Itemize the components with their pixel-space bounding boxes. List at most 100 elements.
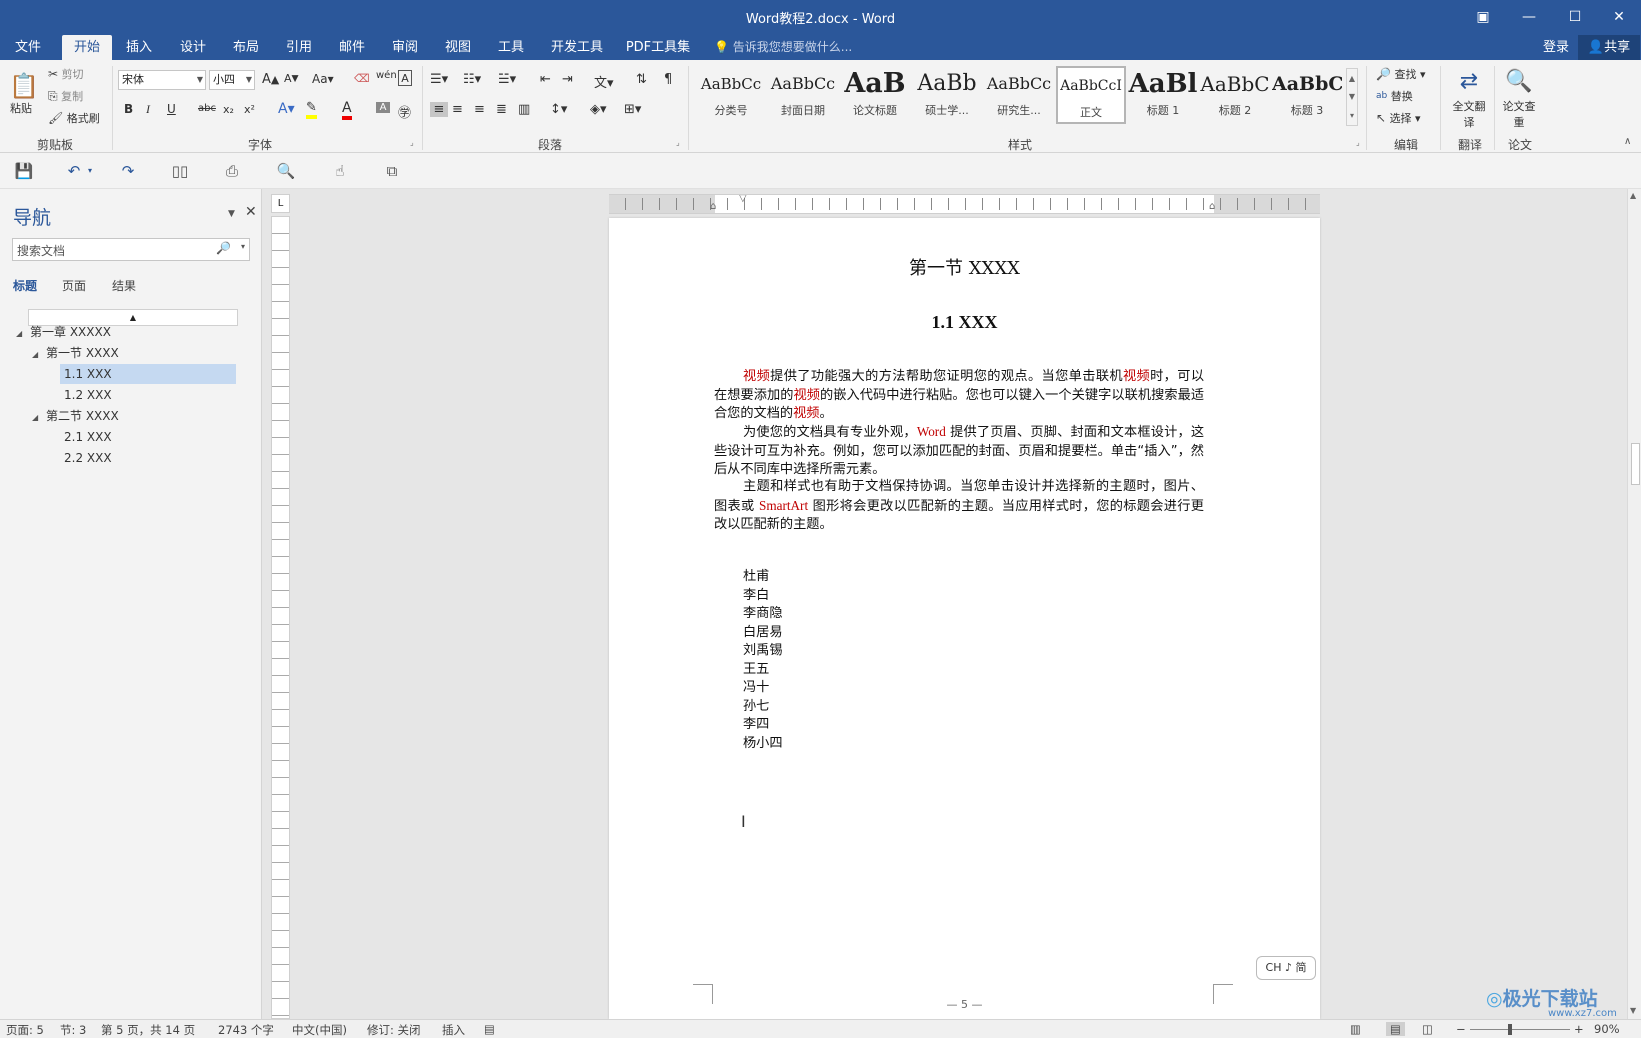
tab-pdf-tools[interactable]: PDF工具集: [622, 35, 694, 60]
nav-tree-item[interactable]: ◢ 第一节 XXXX: [32, 343, 236, 363]
font-dialog-launcher-icon[interactable]: ⌟: [410, 138, 414, 147]
distribute-icon[interactable]: ▥: [518, 102, 530, 117]
read-mode-icon[interactable]: ▥: [1350, 1022, 1361, 1036]
horizontal-ruler[interactable]: ▽ ⌂ ⌂: [609, 194, 1320, 214]
style-item[interactable]: AaBbCc 研究生...: [984, 66, 1054, 124]
char-border-icon[interactable]: A: [398, 70, 412, 86]
name-line[interactable]: 孙七: [743, 698, 769, 717]
styles-dialog-launcher-icon[interactable]: ⌟: [1356, 138, 1360, 147]
style-item[interactable]: AaBbCc 封面日期: [768, 66, 838, 124]
print-preview-icon[interactable]: ⎙: [220, 160, 244, 182]
ime-indicator[interactable]: CH ♪ 简: [1256, 956, 1316, 980]
tab-review[interactable]: 审阅: [382, 35, 428, 60]
nav-tree-item[interactable]: 2.1 XXX: [60, 427, 236, 447]
show-marks-icon[interactable]: ¶: [664, 72, 672, 87]
scroll-down-icon[interactable]: ▼: [1630, 1006, 1636, 1015]
right-indent-marker[interactable]: ⌂: [1209, 201, 1215, 212]
customize-icon[interactable]: ⧉: [380, 160, 404, 182]
close-button[interactable]: ✕: [1596, 0, 1641, 34]
sort-icon[interactable]: ⇅: [636, 72, 647, 87]
multilevel-list-icon[interactable]: ☱▾: [498, 72, 516, 87]
status-section[interactable]: 节: 3: [60, 1022, 86, 1038]
zoom-slider[interactable]: [1470, 1029, 1570, 1030]
style-item[interactable]: AaBb 硕士学...: [912, 66, 982, 124]
body-paragraph-3[interactable]: 主题和样式也有助于文档保持协调。当您单击设计并选择新的主题时，图片、图表或 Sm…: [714, 478, 1204, 535]
style-item[interactable]: AaB 论文标题: [840, 66, 910, 124]
superscript-button[interactable]: x²: [244, 103, 255, 116]
align-left-icon[interactable]: ≡: [430, 102, 448, 117]
name-line[interactable]: 刘禹锡: [743, 642, 783, 661]
style-item[interactable]: AaBbC 标题 2: [1200, 66, 1270, 124]
document-page[interactable]: 第一节 XXXX 1.1 XXX 视频提供了功能强大的方法帮助您证明您的观点。当…: [609, 218, 1320, 1019]
tab-file[interactable]: 文件: [4, 35, 52, 60]
zoom-slider-thumb[interactable]: [1508, 1024, 1512, 1035]
save-icon[interactable]: 💾: [12, 160, 36, 182]
char-shading-icon[interactable]: A: [376, 102, 390, 113]
nav-tree-item[interactable]: ◢ 第二节 XXXX: [32, 406, 236, 426]
maximize-button[interactable]: ☐: [1552, 0, 1598, 34]
chevron-down-icon[interactable]: ▾: [241, 242, 245, 251]
clear-format-icon[interactable]: ⌫: [354, 72, 370, 85]
style-item[interactable]: AaBbC 标题 3: [1272, 66, 1342, 124]
web-layout-icon[interactable]: ◫: [1422, 1022, 1433, 1036]
tab-selector[interactable]: L: [271, 194, 290, 213]
scroll-thumb[interactable]: [1631, 443, 1640, 485]
undo-dropdown-icon[interactable]: ▾: [84, 160, 96, 182]
tab-tools[interactable]: 工具: [488, 35, 534, 60]
nav-tree-item-selected[interactable]: 1.1 XXX: [60, 364, 236, 384]
first-line-indent-marker[interactable]: ▽: [739, 195, 747, 204]
paragraph-dialog-launcher-icon[interactable]: ⌟: [676, 138, 680, 147]
align-right-icon[interactable]: ≡: [474, 102, 485, 117]
name-line[interactable]: 李白: [743, 587, 769, 606]
status-track-changes[interactable]: 修订: 关闭: [367, 1022, 421, 1038]
highlight-icon[interactable]: ✎: [306, 100, 317, 119]
name-line[interactable]: 杜甫: [743, 568, 769, 587]
nav-tab-headings[interactable]: 标题: [13, 277, 37, 294]
name-line[interactable]: 王五: [743, 661, 769, 680]
bullets-icon[interactable]: ☰▾: [430, 72, 448, 87]
nav-tree-item[interactable]: ◢ 第一章 XXXXX: [16, 322, 236, 342]
body-paragraph-1[interactable]: 视频提供了功能强大的方法帮助您证明您的观点。当您单击联机视频时，可以在想要添加的…: [714, 368, 1204, 424]
numbering-icon[interactable]: ☷▾: [463, 72, 481, 87]
font-size-combo[interactable]: 小四 ▼: [209, 70, 255, 90]
tab-home[interactable]: 开始: [62, 35, 112, 60]
justify-icon[interactable]: ≣: [496, 102, 507, 117]
name-line[interactable]: 白居易: [743, 624, 783, 643]
underline-button[interactable]: U: [167, 102, 176, 116]
status-word-count[interactable]: 2743 个字: [218, 1022, 274, 1038]
nav-options-icon[interactable]: ▼: [228, 209, 235, 219]
nav-tree-item[interactable]: 1.2 XXX: [60, 385, 236, 405]
status-page-count[interactable]: 第 5 页，共 14 页: [101, 1022, 195, 1038]
shrink-font-button[interactable]: A ▼: [284, 72, 299, 85]
collapse-ribbon-icon[interactable]: ∧: [1624, 136, 1631, 147]
touch-mode-icon[interactable]: ☝: [328, 160, 352, 182]
ribbon-display-icon[interactable]: ▣: [1460, 0, 1506, 34]
minimize-button[interactable]: —: [1506, 0, 1552, 34]
macro-record-icon[interactable]: ▤: [484, 1022, 495, 1036]
login-link[interactable]: 登录: [1536, 35, 1576, 60]
format-painter-button[interactable]: 🖌 格式刷: [48, 110, 100, 126]
styles-scroll[interactable]: ▲ ▼ ▾: [1346, 68, 1358, 126]
style-item[interactable]: AaBbCc 分类号: [696, 66, 766, 124]
two-page-icon[interactable]: ▯▯: [168, 160, 192, 182]
name-line[interactable]: 李四: [743, 716, 769, 735]
decrease-indent-icon[interactable]: ⇤: [540, 72, 551, 87]
body-paragraph-2[interactable]: 为使您的文档具有专业外观，Word 提供了页眉、页脚、封面和文本框设计，这些设计…: [714, 423, 1204, 480]
paper-check-icon[interactable]: 🔍: [1502, 66, 1536, 96]
borders-icon[interactable]: ⊞▾: [624, 102, 641, 117]
tab-insert[interactable]: 插入: [116, 35, 162, 60]
vertical-scrollbar[interactable]: ▲ ▼: [1627, 189, 1641, 1019]
grow-font-button[interactable]: A ▲: [262, 72, 279, 87]
tab-mailings[interactable]: 邮件: [329, 35, 375, 60]
paste-button[interactable]: 粘贴: [10, 100, 32, 116]
close-icon[interactable]: ✕: [245, 204, 257, 220]
style-item[interactable]: AaBl 标题 1: [1128, 66, 1198, 124]
status-insert-mode[interactable]: 插入: [442, 1022, 465, 1038]
zoom-level[interactable]: 90%: [1594, 1022, 1620, 1036]
chinese-layout-icon[interactable]: 文▾: [594, 72, 614, 91]
zoom-doc-icon[interactable]: 🔍: [274, 160, 298, 182]
increase-indent-icon[interactable]: ⇥: [562, 72, 573, 87]
redo-icon[interactable]: ↷: [116, 160, 140, 182]
find-button[interactable]: 🔎 查找 ▾: [1376, 66, 1425, 82]
translate-icon[interactable]: ⇄: [1452, 66, 1486, 96]
